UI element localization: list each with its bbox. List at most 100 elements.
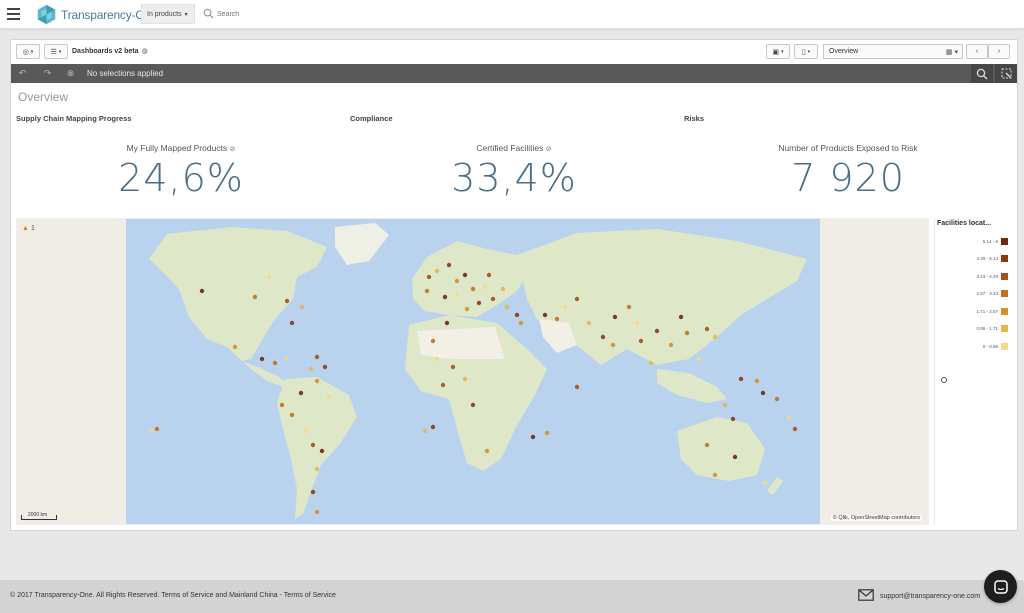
facility-marker[interactable] — [648, 360, 654, 366]
facility-marker[interactable] — [500, 286, 506, 292]
facility-marker[interactable] — [199, 288, 205, 294]
facility-marker[interactable] — [272, 360, 278, 366]
facility-marker[interactable] — [434, 268, 440, 274]
facility-marker[interactable] — [530, 434, 536, 440]
selections-back-icon[interactable]: ↶ — [17, 68, 28, 79]
facility-marker[interactable] — [544, 430, 550, 436]
menu-icon[interactable] — [7, 8, 20, 20]
facility-marker[interactable] — [762, 480, 768, 486]
bookmark-button[interactable]: ▯ ▾ — [794, 44, 818, 59]
facility-marker[interactable] — [319, 448, 325, 454]
facility-marker[interactable] — [299, 304, 305, 310]
facility-marker[interactable] — [612, 314, 618, 320]
facility-marker[interactable] — [484, 448, 490, 454]
facility-marker[interactable] — [610, 342, 616, 348]
facility-marker[interactable] — [504, 304, 510, 310]
facility-marker[interactable] — [486, 272, 492, 278]
china-terms-link[interactable]: Mainland China - Terms of Service — [229, 592, 336, 599]
facility-marker[interactable] — [476, 300, 482, 306]
facility-marker[interactable] — [314, 354, 320, 360]
facility-marker[interactable] — [450, 364, 456, 370]
facility-marker[interactable] — [446, 262, 452, 268]
facility-marker[interactable] — [289, 320, 295, 326]
story-button[interactable]: ▣ ▾ — [766, 44, 790, 59]
facility-marker[interactable] — [279, 402, 285, 408]
facility-marker[interactable] — [232, 344, 238, 350]
facility-marker[interactable] — [464, 306, 470, 312]
facility-marker[interactable] — [482, 284, 488, 290]
kpi-value-certified-facilities[interactable]: 33,4% — [364, 156, 664, 200]
facility-marker[interactable] — [424, 288, 430, 294]
facility-marker[interactable] — [554, 316, 560, 322]
facility-marker[interactable] — [722, 402, 728, 408]
facility-marker[interactable] — [684, 330, 690, 336]
facility-marker[interactable] — [470, 402, 476, 408]
selections-tool-button[interactable] — [995, 64, 1017, 83]
selections-forward-icon[interactable]: ↷ — [42, 68, 53, 79]
facility-marker[interactable] — [430, 338, 436, 344]
facility-marker[interactable] — [774, 396, 780, 402]
facility-marker[interactable] — [626, 304, 632, 310]
facility-marker[interactable] — [426, 274, 432, 280]
support-email-link[interactable]: support@transparency-one.com — [880, 593, 980, 600]
facility-marker[interactable] — [704, 326, 710, 332]
facility-marker[interactable] — [440, 382, 446, 388]
facility-marker[interactable] — [284, 298, 290, 304]
navigation-menu-button[interactable]: ◎ ▾ — [16, 44, 40, 59]
global-menu-button[interactable]: ☰ ▾ — [44, 44, 68, 59]
facility-marker[interactable] — [730, 416, 736, 422]
clear-selections-icon[interactable]: ⊗ — [65, 68, 76, 79]
facility-marker[interactable] — [314, 466, 320, 472]
facility-marker[interactable] — [303, 428, 309, 434]
facility-marker[interactable] — [434, 356, 440, 362]
facility-marker[interactable] — [696, 356, 702, 362]
facility-marker[interactable] — [326, 394, 332, 400]
scope-dropdown[interactable]: In products ▾ — [141, 4, 195, 24]
facility-marker[interactable] — [298, 390, 304, 396]
chat-launcher-button[interactable] — [984, 570, 1017, 603]
facility-marker[interactable] — [654, 328, 660, 334]
facility-marker[interactable] — [462, 376, 468, 382]
facility-marker[interactable] — [154, 426, 160, 432]
facility-marker[interactable] — [562, 304, 568, 310]
facility-marker[interactable] — [310, 442, 316, 448]
sheet-selector[interactable]: Overview ▦ ▾ — [823, 44, 963, 59]
facility-marker[interactable] — [266, 274, 272, 280]
facility-marker[interactable] — [148, 428, 154, 434]
facility-marker[interactable] — [252, 294, 258, 300]
facility-marker[interactable] — [289, 412, 295, 418]
reset-icon[interactable] — [941, 377, 947, 383]
facilities-map[interactable]: ▲ 1 2000 km © Qlik, OpenStreetMap contri… — [16, 218, 929, 525]
facility-marker[interactable] — [792, 426, 798, 432]
facility-marker[interactable] — [786, 414, 792, 420]
kpi-value-products-at-risk[interactable]: 7 920 — [698, 156, 998, 200]
facility-marker[interactable] — [634, 320, 640, 326]
map-warning[interactable]: ▲ 1 — [22, 225, 35, 232]
facility-marker[interactable] — [454, 292, 460, 298]
facility-marker[interactable] — [322, 364, 328, 370]
search-input[interactable] — [217, 6, 367, 22]
facility-marker[interactable] — [518, 320, 524, 326]
facility-marker[interactable] — [704, 442, 710, 448]
facility-marker[interactable] — [259, 356, 265, 362]
facility-marker[interactable] — [284, 356, 290, 362]
facility-marker[interactable] — [600, 334, 606, 340]
facility-marker[interactable] — [462, 272, 468, 278]
facility-marker[interactable] — [430, 424, 436, 430]
facility-marker[interactable] — [638, 338, 644, 344]
facility-marker[interactable] — [712, 472, 718, 478]
previous-sheet-button[interactable]: ‹ — [966, 44, 988, 59]
next-sheet-button[interactable]: › — [988, 44, 1010, 59]
facility-marker[interactable] — [574, 384, 580, 390]
facility-marker[interactable] — [738, 376, 744, 382]
facility-marker[interactable] — [586, 320, 592, 326]
facility-marker[interactable] — [514, 312, 520, 318]
facility-marker[interactable] — [470, 286, 476, 292]
logo[interactable]: Transparency-One — [36, 4, 158, 25]
facility-marker[interactable] — [678, 314, 684, 320]
facility-marker[interactable] — [310, 489, 316, 495]
facility-marker[interactable] — [574, 296, 580, 302]
facility-marker[interactable] — [760, 390, 766, 396]
facility-marker[interactable] — [444, 320, 450, 326]
facility-marker[interactable] — [490, 296, 496, 302]
